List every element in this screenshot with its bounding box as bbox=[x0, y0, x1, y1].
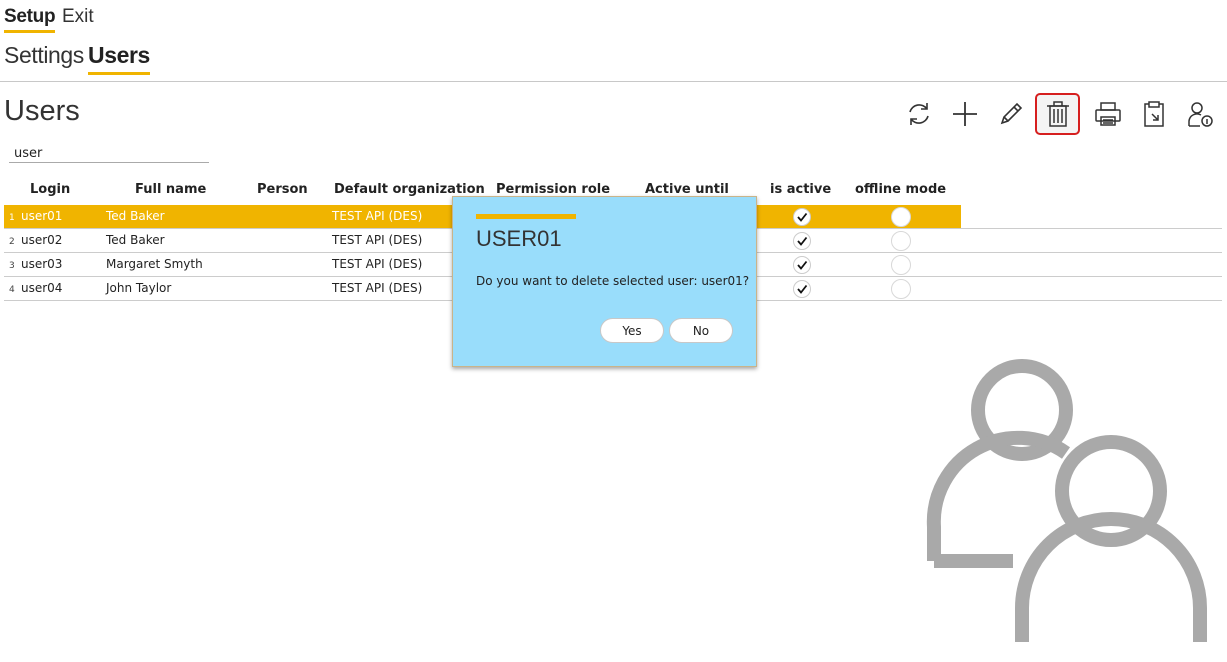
row-number: 1 bbox=[9, 213, 15, 223]
tab-users-label: Users bbox=[88, 42, 150, 68]
nav-setup-underline bbox=[4, 30, 56, 33]
tab-settings-label: Settings bbox=[4, 42, 84, 68]
cell-login: user04 bbox=[21, 281, 63, 295]
is-active-checkbox[interactable] bbox=[793, 232, 811, 250]
col-full-name[interactable]: Full name bbox=[135, 182, 206, 197]
col-active-until[interactable]: Active until bbox=[645, 182, 729, 197]
col-permission-role[interactable]: Permission role bbox=[496, 182, 610, 197]
delete-icon bbox=[1046, 101, 1069, 127]
dialog-title: USER01 bbox=[476, 226, 562, 251]
row-number: 4 bbox=[9, 285, 15, 295]
nav-exit-label: Exit bbox=[62, 6, 94, 27]
tab-settings[interactable]: Settings bbox=[4, 42, 84, 69]
row-number: 2 bbox=[9, 237, 15, 247]
cell-full-name: Margaret Smyth bbox=[106, 257, 203, 271]
users-illustration-icon bbox=[926, 359, 1207, 642]
edit-button[interactable] bbox=[990, 95, 1032, 133]
row-number: 3 bbox=[9, 261, 15, 271]
add-button[interactable] bbox=[944, 95, 986, 133]
checkmark-icon bbox=[797, 284, 808, 294]
cell-login: user02 bbox=[21, 233, 63, 247]
cell-org: TEST API (DES) bbox=[332, 233, 423, 247]
is-active-checkbox[interactable] bbox=[793, 280, 811, 298]
refresh-icon bbox=[909, 103, 929, 125]
add-icon bbox=[953, 102, 977, 126]
is-active-checkbox[interactable] bbox=[793, 208, 811, 226]
cell-org: TEST API (DES) bbox=[332, 257, 423, 271]
col-default-organization[interactable]: Default organization bbox=[334, 182, 485, 197]
user-info-button[interactable] bbox=[1179, 95, 1221, 133]
dialog-message: Do you want to delete selected user: use… bbox=[476, 274, 750, 288]
checkmark-icon bbox=[797, 236, 808, 246]
delete-confirmation-dialog: USER01 Do you want to delete selected us… bbox=[452, 196, 757, 367]
export-button[interactable] bbox=[1133, 95, 1175, 133]
offline-mode-radio[interactable] bbox=[891, 255, 911, 275]
search-box bbox=[9, 142, 209, 163]
export-icon bbox=[1144, 101, 1164, 127]
search-input[interactable] bbox=[9, 144, 209, 163]
yes-button[interactable]: Yes bbox=[600, 318, 664, 343]
nav-setup-label: Setup bbox=[4, 6, 56, 27]
checkmark-icon bbox=[797, 212, 808, 222]
refresh-button[interactable] bbox=[898, 95, 940, 133]
header-divider bbox=[0, 81, 1227, 82]
offline-mode-radio[interactable] bbox=[891, 207, 911, 227]
tab-users[interactable]: Users bbox=[88, 42, 150, 75]
edit-icon bbox=[1000, 102, 1023, 125]
print-icon bbox=[1095, 102, 1121, 126]
page-title: Users bbox=[4, 95, 80, 127]
col-is-active[interactable]: is active bbox=[770, 182, 831, 197]
user-info-icon bbox=[1188, 102, 1213, 127]
cell-org: TEST API (DES) bbox=[332, 281, 423, 295]
cell-login: user01 bbox=[21, 209, 63, 223]
cell-full-name: Ted Baker bbox=[106, 209, 165, 223]
no-button[interactable]: No bbox=[669, 318, 733, 343]
nav-setup[interactable]: Setup bbox=[4, 6, 56, 33]
tab-users-underline bbox=[88, 72, 150, 75]
offline-mode-radio[interactable] bbox=[891, 279, 911, 299]
nav-exit[interactable]: Exit bbox=[62, 6, 94, 28]
offline-mode-radio[interactable] bbox=[891, 231, 911, 251]
col-login[interactable]: Login bbox=[30, 182, 70, 197]
cell-login: user03 bbox=[21, 257, 63, 271]
delete-button[interactable] bbox=[1035, 93, 1080, 135]
print-button[interactable] bbox=[1087, 95, 1129, 133]
col-offline-mode[interactable]: offline mode bbox=[855, 182, 946, 197]
dialog-accent-bar bbox=[476, 214, 576, 219]
checkmark-icon bbox=[797, 260, 808, 270]
cell-org: TEST API (DES) bbox=[332, 209, 423, 223]
cell-full-name: John Taylor bbox=[106, 281, 172, 295]
is-active-checkbox[interactable] bbox=[793, 256, 811, 274]
cell-full-name: Ted Baker bbox=[106, 233, 165, 247]
col-person[interactable]: Person bbox=[257, 182, 308, 197]
